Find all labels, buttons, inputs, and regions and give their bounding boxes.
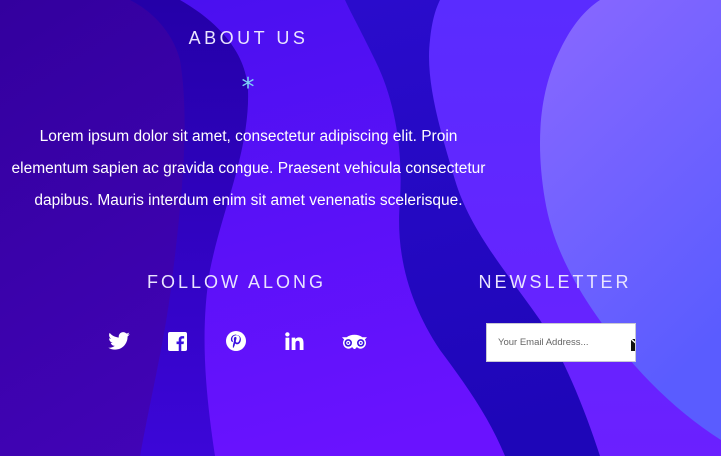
pinterest-icon[interactable] — [225, 329, 247, 353]
email-input[interactable] — [487, 324, 627, 361]
newsletter-heading: NEWSLETTER — [478, 272, 632, 292]
twitter-icon[interactable] — [107, 329, 130, 353]
about-us-paragraph: Lorem ipsum dolor sit amet, consectetur … — [11, 128, 486, 209]
about-us-heading: ABOUT US — [188, 28, 309, 48]
linkedin-icon[interactable] — [283, 329, 305, 353]
tripadvisor-icon[interactable] — [341, 329, 367, 353]
facebook-icon[interactable] — [166, 329, 188, 353]
follow-along-heading: FOLLOW ALONG — [146, 272, 327, 292]
envelope-icon[interactable] — [630, 336, 635, 351]
asterisk-separator-icon: * — [241, 73, 255, 103]
newsletter-form — [486, 323, 636, 362]
background-waves — [0, 0, 721, 456]
